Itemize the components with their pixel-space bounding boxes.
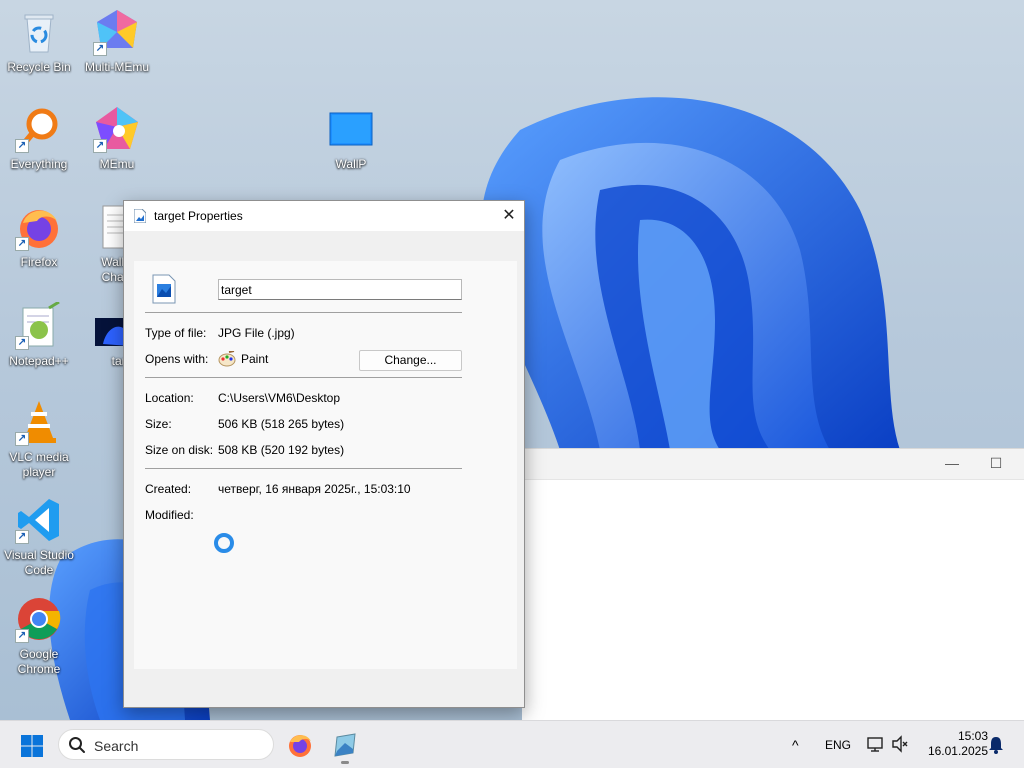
file-name-input[interactable]: target xyxy=(218,279,462,300)
paint-icon xyxy=(218,351,236,367)
close-button[interactable]: ✕ xyxy=(494,201,524,231)
general-tab-panel: target Type of file: JPG File (.jpg) Ope… xyxy=(134,261,517,669)
maximize-button[interactable]: ☐ xyxy=(986,455,1006,473)
dialog-titlebar[interactable]: target Properties ✕ xyxy=(124,201,524,231)
properties-dialog[interactable]: target Properties ✕ target Type of file:… xyxy=(123,200,525,708)
network-icon[interactable] xyxy=(866,735,884,753)
show-hidden-icons-chevron-icon[interactable]: ^ xyxy=(792,737,799,753)
shortcut-arrow-icon: ↗ xyxy=(15,530,29,544)
separator xyxy=(145,312,462,313)
type-of-file-value: JPG File (.jpg) xyxy=(218,326,295,340)
jpg-file-icon xyxy=(134,209,146,223)
taskbar-search-box[interactable]: Search xyxy=(58,729,274,760)
search-icon xyxy=(69,737,85,753)
active-app-indicator xyxy=(341,761,349,764)
desktop-icon-label: Visual Studio Code xyxy=(4,548,74,577)
desktop-icon-everything[interactable]: ↗ Everything xyxy=(0,105,78,172)
notepad-plus-plus-icon: ↗ xyxy=(15,300,63,350)
size-label: Size: xyxy=(145,417,172,431)
wallpaper-image-icon xyxy=(327,105,375,153)
created-value: четверг, 16 января 2025г., 15:03:10 xyxy=(218,482,411,496)
desktop-icon-chrome[interactable]: ↗ Google Chrome xyxy=(0,595,78,677)
desktop-icon-vlc[interactable]: ↗ VLC media player xyxy=(0,398,78,480)
shortcut-arrow-icon: ↗ xyxy=(93,139,107,153)
wallpaper-app-taskbar-icon[interactable] xyxy=(331,731,359,759)
location-label: Location: xyxy=(145,391,194,405)
shortcut-arrow-icon: ↗ xyxy=(15,432,29,446)
desktop-icon-notepadpp[interactable]: ↗ Notepad++ xyxy=(0,300,78,369)
background-window[interactable]: — ☐ xyxy=(522,448,1024,721)
recycle-bin-icon xyxy=(15,8,63,56)
modified-label: Modified: xyxy=(145,508,194,522)
dialog-title: target Properties xyxy=(154,209,243,223)
desktop-icon-label: Multi-MEmu xyxy=(84,60,149,74)
windows-start-icon[interactable] xyxy=(20,734,44,758)
shortcut-arrow-icon: ↗ xyxy=(15,139,29,153)
desktop-icon-multi-memu[interactable]: ↗ Multi-MEmu xyxy=(78,8,156,75)
desktop-icon-label: VLC media player xyxy=(9,450,69,479)
desktop-icon-label: Everything xyxy=(10,157,68,171)
notification-bell-icon[interactable] xyxy=(988,736,1004,754)
taskbar-clock[interactable]: 15:03 16.01.2025 xyxy=(916,729,988,759)
shortcut-arrow-icon: ↗ xyxy=(93,42,107,56)
minimize-button[interactable]: — xyxy=(942,455,962,473)
desktop-icon-recycle-bin[interactable]: Recycle Bin xyxy=(0,8,78,75)
opens-with-label: Opens with: xyxy=(145,352,209,366)
everything-icon: ↗ xyxy=(15,105,63,153)
desktop-icon-label: Google Chrome xyxy=(17,647,61,676)
opens-with-value: Paint xyxy=(241,352,269,366)
created-label: Created: xyxy=(145,482,192,496)
shortcut-arrow-icon: ↗ xyxy=(15,237,29,251)
separator xyxy=(145,468,462,469)
firefox-taskbar-icon[interactable] xyxy=(286,731,314,759)
firefox-icon: ↗ xyxy=(15,203,63,251)
desktop-icon-label: WallP xyxy=(335,157,367,171)
size-on-disk-value: 508 KB (520 192 bytes) xyxy=(218,443,345,457)
desktop-icon-firefox[interactable]: ↗ Firefox xyxy=(0,203,78,270)
desktop-icon-label: Firefox xyxy=(20,255,58,269)
separator xyxy=(145,377,462,378)
shortcut-arrow-icon: ↗ xyxy=(15,629,29,643)
desktop-icon-memu[interactable]: ↗ MEmu xyxy=(78,105,156,172)
desktop-icon-vscode[interactable]: ↗ Visual Studio Code xyxy=(0,496,78,578)
jpg-file-icon xyxy=(152,274,176,304)
clock-time: 15:03 xyxy=(957,729,988,743)
language-indicator[interactable]: ENG xyxy=(825,738,851,752)
chrome-icon: ↗ xyxy=(15,595,63,643)
background-window-titlebar[interactable]: — ☐ xyxy=(522,449,1024,480)
memu-icon: ↗ xyxy=(93,105,141,153)
type-of-file-label: Type of file: xyxy=(145,326,207,340)
size-on-disk-label: Size on disk: xyxy=(145,443,214,457)
vscode-icon: ↗ xyxy=(15,496,63,544)
multi-memu-icon: ↗ xyxy=(93,8,141,56)
desktop-icon-label: Notepad++ xyxy=(9,354,69,368)
vlc-cone-icon: ↗ xyxy=(15,398,63,446)
desktop-icon-wallp[interactable]: WallP xyxy=(312,105,390,172)
desktop-icon-label: Recycle Bin xyxy=(7,60,71,74)
volume-muted-icon[interactable] xyxy=(891,735,909,753)
search-placeholder: Search xyxy=(94,738,139,754)
shortcut-arrow-icon: ↗ xyxy=(15,336,29,350)
change-button[interactable]: Change... xyxy=(359,350,462,371)
desktop-icon-label: MEmu xyxy=(99,157,135,171)
location-value: C:\Users\VM6\Desktop xyxy=(218,391,341,405)
taskbar: Search ^ ENG 15:03 16.01.2025 xyxy=(0,720,1024,768)
size-value: 506 KB (518 265 bytes) xyxy=(218,417,345,431)
loading-spinner-icon xyxy=(214,533,234,553)
clock-date: 16.01.2025 xyxy=(927,744,988,758)
